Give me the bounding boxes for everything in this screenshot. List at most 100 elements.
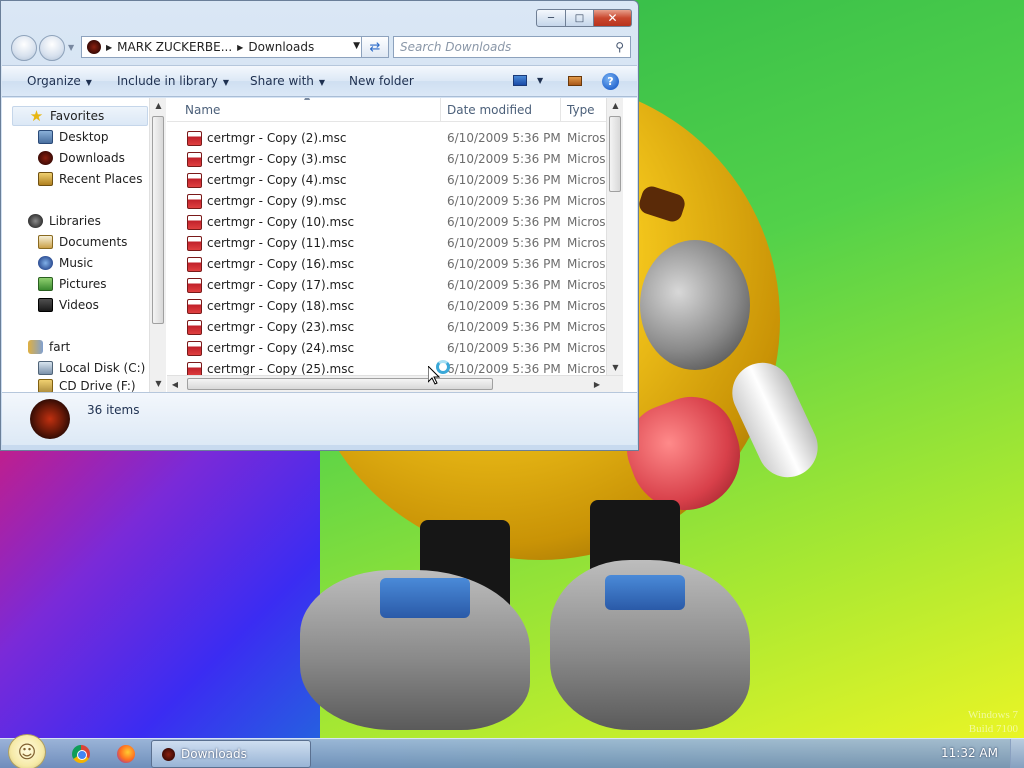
firefox-taskbar-icon[interactable] — [117, 745, 135, 763]
scroll-up-icon[interactable]: ▲ — [607, 98, 623, 114]
table-row[interactable]: certmgr - Copy (2).msc 6/10/2009 5:36 PM M… — [167, 128, 623, 149]
column-header-date-modified[interactable]: Date modified — [441, 98, 561, 122]
file-name: certmgr - Copy (18).msc — [207, 299, 355, 313]
horizontal-scrollbar[interactable]: ◀ ▶ — [167, 375, 623, 392]
table-row[interactable]: certmgr - Copy (11).msc 6/10/2009 5:36 PM… — [167, 233, 623, 254]
table-row[interactable]: certmgr - Copy (18).msc 6/10/2009 5:36 PM… — [167, 296, 623, 317]
share-with-button[interactable]: Share with ▼ — [250, 74, 325, 88]
scroll-right-icon[interactable]: ▶ — [589, 376, 605, 393]
maximize-button[interactable]: □ — [566, 9, 594, 27]
close-icon: ✕ — [607, 11, 618, 25]
nav-pane-scroll-thumb[interactable] — [152, 116, 164, 324]
nav-item-music[interactable]: Music — [38, 253, 93, 273]
table-row[interactable]: certmgr - Copy (10).msc 6/10/2009 5:36 PM… — [167, 212, 623, 233]
help-icon[interactable]: ? — [602, 73, 619, 90]
view-options-dropdown-icon[interactable]: ▼ — [537, 76, 543, 85]
scroll-up-icon[interactable]: ▲ — [150, 98, 167, 114]
nav-libraries-label: Libraries — [49, 214, 101, 228]
nav-item-documents[interactable]: Documents — [38, 232, 127, 252]
chevron-down-icon: ▼ — [85, 78, 92, 87]
nav-homegroup[interactable]: fart — [28, 337, 70, 357]
file-name: certmgr - Copy (2).msc — [207, 131, 347, 145]
search-input[interactable]: Search Downloads ⚲ — [393, 36, 631, 58]
file-list-scrollbar[interactable]: ▲ ▼ — [606, 98, 623, 375]
file-name: certmgr - Copy (11).msc — [207, 236, 355, 250]
nav-item-label: Recent Places — [59, 172, 143, 186]
minimize-button[interactable]: ─ — [536, 9, 566, 27]
start-button[interactable]: ☺ — [8, 734, 46, 768]
star-icon: ★ — [29, 107, 44, 125]
pictures-icon — [38, 277, 53, 291]
scroll-left-icon[interactable]: ◀ — [167, 376, 183, 393]
file-date-modified: 6/10/2009 5:36 PM — [447, 215, 561, 229]
table-row[interactable]: certmgr - Copy (17).msc 6/10/2009 5:36 PM… — [167, 275, 623, 296]
address-bar[interactable]: ▶ MARK ZUCKERBE... ▶ Downloads ▼ — [81, 36, 365, 58]
search-placeholder: Search Downloads — [400, 40, 512, 54]
nav-item-label: Pictures — [59, 277, 107, 291]
nav-item-pictures[interactable]: Pictures — [38, 274, 107, 294]
show-desktop-button[interactable] — [1010, 739, 1024, 768]
breadcrumb-downloads[interactable]: Downloads — [248, 40, 314, 54]
column-header-name[interactable]: Name — [179, 98, 441, 122]
nav-libraries[interactable]: Libraries — [28, 211, 101, 231]
change-view-icon[interactable] — [513, 75, 527, 86]
table-row[interactable]: certmgr - Copy (3).msc 6/10/2009 5:36 PM M… — [167, 149, 623, 170]
chrome-taskbar-icon[interactable] — [72, 745, 90, 763]
nav-pane-scrollbar[interactable]: ▲ ▼ — [149, 98, 166, 392]
cd-drive-icon — [38, 379, 53, 392]
music-icon — [38, 256, 53, 270]
homegroup-icon — [28, 340, 43, 354]
recent-places-icon — [38, 172, 53, 186]
scroll-down-icon[interactable]: ▼ — [607, 360, 623, 376]
wallpaper-shoe-right-inner — [605, 575, 685, 610]
organize-button[interactable]: Organize ▼ — [27, 74, 92, 88]
table-row[interactable]: certmgr - Copy (4).msc 6/10/2009 5:36 PM M… — [167, 170, 623, 191]
nav-homegroup-label: fart — [49, 340, 71, 354]
nav-item-local-disk[interactable]: Local Disk (C:) — [38, 358, 145, 378]
close-button[interactable]: ✕ — [594, 9, 632, 27]
forward-button[interactable] — [39, 35, 65, 61]
preview-pane-icon[interactable] — [568, 76, 582, 86]
table-row[interactable]: certmgr - Copy (9).msc 6/10/2009 5:36 PM M… — [167, 191, 623, 212]
file-list-scroll-thumb[interactable] — [609, 116, 621, 192]
wallpaper-shoe-left-inner — [380, 578, 470, 618]
chevron-down-icon: ▼ — [222, 78, 230, 87]
file-name: certmgr - Copy (9).msc — [207, 194, 347, 208]
file-date-modified: 6/10/2009 5:36 PM — [447, 341, 561, 355]
navigation-pane: ★ Favorites Desktop Downloads Recent Plac… — [2, 98, 166, 392]
breadcrumb-separator-icon[interactable]: ▶ — [106, 43, 112, 52]
share-with-label: Share with — [250, 74, 314, 88]
table-row[interactable]: certmgr - Copy (24).msc 6/10/2009 5:36 PM… — [167, 338, 623, 359]
file-date-modified: 6/10/2009 5:36 PM — [447, 299, 561, 313]
nav-favorites[interactable]: ★ Favorites — [12, 106, 148, 126]
nav-item-downloads[interactable]: Downloads — [38, 148, 125, 168]
recent-pages-dropdown-icon[interactable]: ▼ — [68, 43, 74, 52]
downloads-folder-icon — [162, 747, 175, 761]
address-dropdown-icon[interactable]: ▼ — [353, 41, 360, 51]
back-button[interactable] — [11, 35, 37, 61]
system-clock[interactable]: 11:32 AM — [941, 746, 998, 760]
downloads-icon — [38, 151, 53, 165]
breadcrumb-separator-icon[interactable]: ▶ — [237, 43, 243, 52]
new-folder-button[interactable]: New folder — [349, 74, 414, 88]
breadcrumb-user[interactable]: MARK ZUCKERBE... — [117, 40, 232, 54]
table-row[interactable]: certmgr - Copy (16).msc 6/10/2009 5:36 PM… — [167, 254, 623, 275]
file-list: ▲ Name Date modified Type certmgr - Copy… — [167, 98, 623, 392]
taskbar-window-downloads[interactable]: Downloads — [151, 740, 311, 768]
nav-item-desktop[interactable]: Desktop — [38, 127, 109, 147]
item-count: 36 items — [87, 403, 140, 417]
file-date-modified: 6/10/2009 5:36 PM — [447, 278, 561, 292]
nav-item-cd-drive[interactable]: CD Drive (F:) — [38, 379, 136, 392]
horizontal-scroll-thumb[interactable] — [187, 378, 493, 390]
nav-item-recent-places[interactable]: Recent Places — [38, 169, 142, 189]
scroll-down-icon[interactable]: ▼ — [150, 376, 167, 392]
nav-item-videos[interactable]: Videos — [38, 295, 99, 315]
table-row[interactable]: certmgr - Copy (23).msc 6/10/2009 5:36 PM… — [167, 317, 623, 338]
search-icon[interactable]: ⚲ — [615, 40, 624, 54]
nav-item-label: Downloads — [59, 151, 125, 165]
caption-buttons: ─ □ ✕ — [536, 9, 632, 27]
explorer-window[interactable]: ─ □ ✕ ▼ ▶ MARK ZUCKERBE... ▶ Downloads ▼… — [0, 0, 639, 451]
nav-item-label: Documents — [59, 235, 128, 249]
refresh-button[interactable]: ⇄ — [361, 36, 389, 58]
include-in-library-button[interactable]: Include in library ▼ — [117, 74, 229, 88]
